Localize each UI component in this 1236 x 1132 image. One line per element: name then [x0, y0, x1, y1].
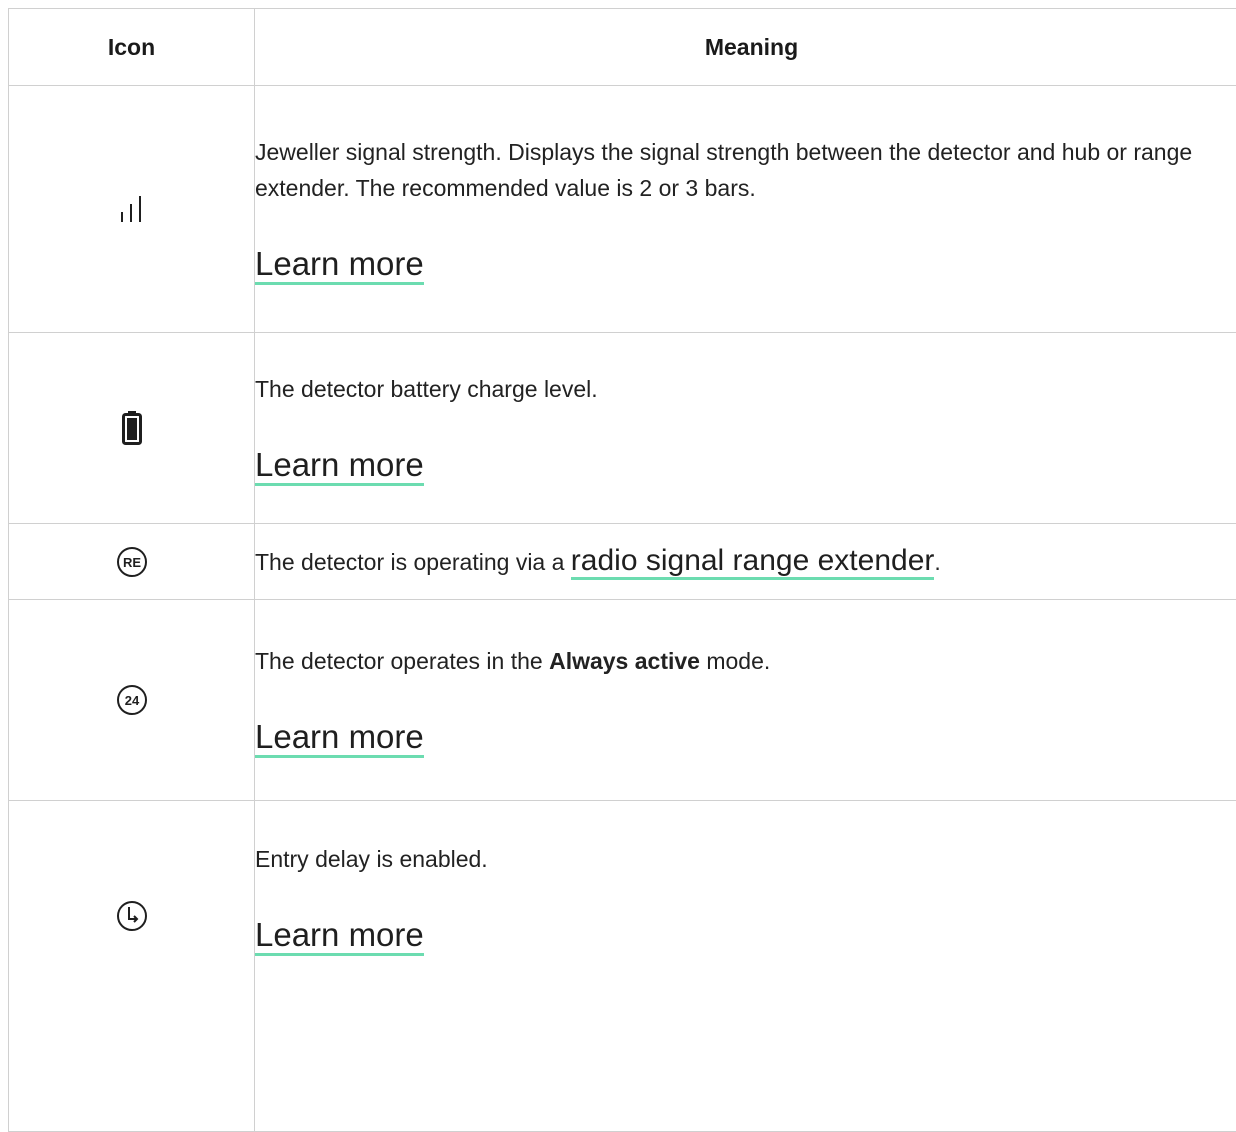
row-description: Entry delay is enabled. [255, 841, 1236, 877]
range-extender-icon-label: RE [122, 555, 140, 570]
meaning-cell: The detector is operating via a radio si… [255, 524, 1236, 600]
icon-cell [9, 333, 255, 524]
icon-column-header: Icon [9, 9, 255, 86]
range-extender-link[interactable]: radio signal range extender [571, 544, 935, 580]
table-row: 24 The detector operates in the Always a… [9, 600, 1236, 801]
learn-more-link[interactable]: Learn more [255, 917, 424, 956]
table-row: Jeweller signal strength. Displays the s… [9, 86, 1236, 333]
entry-delay-icon [116, 900, 148, 932]
table-row: Entry delay is enabled. Learn more [9, 801, 1236, 1132]
always-active-icon: 24 [116, 684, 148, 716]
row-description: The detector battery charge level. [255, 371, 1236, 407]
row-description-end: mode. [700, 648, 770, 674]
always-active-mode-label: Always active [549, 648, 700, 674]
table-row: RE The detector is operating via a radio… [9, 524, 1236, 600]
icon-cell [9, 86, 255, 333]
row-description-text: The detector is operating via a [255, 549, 571, 575]
signal-strength-icon [117, 194, 147, 224]
meaning-cell: The detector operates in the Always acti… [255, 600, 1236, 801]
table-header-row: Icon Meaning [9, 9, 1236, 86]
icon-cell: 24 [9, 600, 255, 801]
row-description: The detector operates in the Always acti… [255, 643, 1236, 679]
battery-icon [122, 411, 142, 445]
learn-more-link[interactable]: Learn more [255, 447, 424, 486]
learn-more-link[interactable]: Learn more [255, 246, 424, 285]
meaning-column-header: Meaning [255, 9, 1236, 86]
range-extender-icon: RE [116, 546, 148, 578]
table-row: The detector battery charge level. Learn… [9, 333, 1236, 524]
row-description-end: . [934, 549, 940, 575]
icons-table: Icon Meaning Jeweller signal strength. D… [8, 8, 1236, 1132]
meaning-cell: Jeweller signal strength. Displays the s… [255, 86, 1236, 333]
meaning-cell: The detector battery charge level. Learn… [255, 333, 1236, 524]
row-description: Jeweller signal strength. Displays the s… [255, 134, 1236, 206]
row-description: The detector is operating via a radio si… [255, 543, 1236, 580]
icon-cell [9, 801, 255, 1132]
meaning-cell: Entry delay is enabled. Learn more [255, 801, 1236, 1132]
row-description-text: The detector operates in the [255, 648, 549, 674]
icon-cell: RE [9, 524, 255, 600]
always-active-icon-label: 24 [124, 693, 139, 708]
learn-more-link[interactable]: Learn more [255, 719, 424, 758]
